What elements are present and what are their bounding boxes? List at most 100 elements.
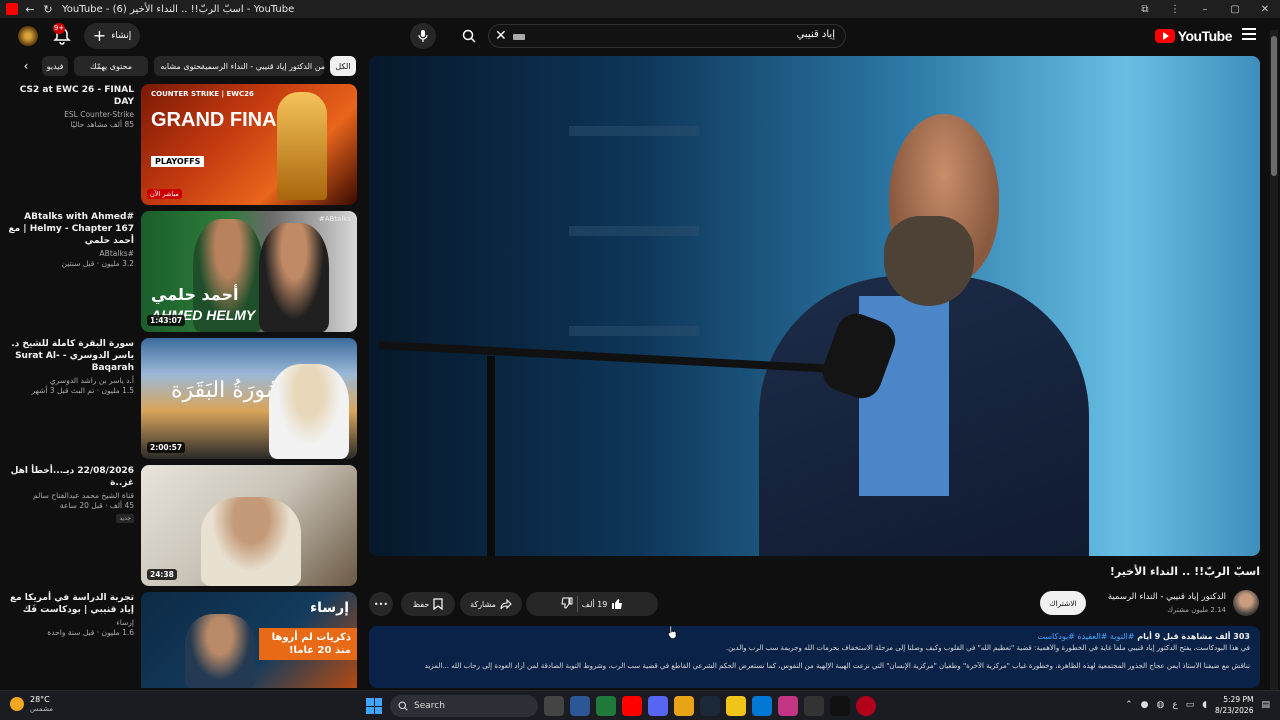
mic-tray-icon[interactable]: ◍ [1157,700,1165,710]
rec-title[interactable]: #ABtalks with Ahmed Helmy - Chapter 167 … [0,211,134,247]
clear-search-icon[interactable]: ✕ [495,28,507,44]
reload-icon[interactable]: ↻ [40,1,56,17]
channel-name[interactable]: الدكتور إياد قنيبي - النداء الرسمية [1108,592,1226,602]
save-button[interactable]: حفظ [401,592,455,616]
bookmark-icon [433,598,443,610]
view-count-and-date: 303 ألف مشاهدة قبل 9 أيام [1137,632,1250,641]
close-button[interactable]: ✕ [1250,4,1280,15]
rec-thumbnail[interactable]: إرساء ذكريات لم أروها منذ 20 عاما! [141,592,357,688]
language-indicator[interactable]: ع [1172,700,1177,710]
create-button[interactable]: + إنشاء [84,23,140,49]
save-label: حفظ [412,599,430,609]
speaker-beard [884,216,974,306]
opera-icon[interactable] [856,696,876,716]
settings-icon[interactable] [804,696,824,716]
maximize-button[interactable]: ▢ [1220,4,1250,15]
youtube-logo[interactable]: YouTube [1154,28,1233,44]
notification-center-icon[interactable]: ▤ [1261,700,1270,710]
notifications-button[interactable]: 9+ [52,23,72,46]
browser-menu-icon[interactable]: ⋮ [1160,4,1190,15]
window-title: YouTube - اسبّ الربّ!! .. النداء الأخير … [62,3,295,15]
thumbs-up-icon [612,599,623,609]
rec-thumbnail[interactable]: سُورَةُ البَقَرَة 2:00:57 [141,338,357,459]
tiktok-icon[interactable] [830,696,850,716]
video-duration: 1:43:07 [147,315,186,326]
rec-thumbnail[interactable]: #ABtalks أحمد حلمي AHMED HELMY 1:43:07 [141,211,357,332]
taskbar-search-label: Search [414,701,445,711]
clock[interactable]: 5:29 PM 8/23/2026 [1215,694,1253,716]
search-button[interactable] [456,24,482,48]
notifications-badge: 9+ [53,23,65,34]
plus-icon: + [92,26,107,45]
tray-app-icon[interactable]: ● [1141,700,1149,710]
rec-channel[interactable]: إرساء [0,618,134,627]
store-icon[interactable] [570,696,590,716]
volume-icon[interactable]: ◖ [1202,700,1207,710]
chip-videos[interactable]: فيديو [42,56,68,76]
rec-thumbnail[interactable]: 24:38 [141,465,357,586]
search-input[interactable]: ✕ إياد قنيبي [488,24,846,48]
recommendation-item[interactable]: #ABtalks with Ahmed Helmy - Chapter 167 … [0,211,360,335]
rec-title[interactable]: CS2 at EWC 26 - FINAL DAY [0,84,134,108]
network-icon[interactable]: ▭ [1186,700,1195,710]
chip-all[interactable]: الكل [330,56,356,76]
youtube-play-icon [1154,29,1175,43]
rec-channel[interactable]: أ.د ياسر بن راشد الدوسري [0,376,134,385]
video-description[interactable]: 303 ألف مشاهدة قبل 9 أيام #التوبة #العقي… [369,626,1260,688]
page-scrollbar[interactable] [1270,30,1278,690]
rec-channel[interactable]: ESL Counter-Strike [0,110,134,119]
instagram-icon[interactable] [778,696,798,716]
chevron-left-icon[interactable]: ‹ [18,58,34,74]
youtube-app-icon[interactable] [622,696,642,716]
channel-avatar[interactable] [1233,590,1259,616]
background-shelf [569,226,699,236]
subscribe-button[interactable]: الاشتراك [1040,591,1086,615]
account-avatar[interactable] [18,26,38,46]
video-player[interactable] [369,56,1260,556]
recommendation-item[interactable]: تجربة الدراسة في أمريكا مع إياد قنيبي | … [0,592,360,688]
hamburger-menu-icon[interactable] [1242,28,1256,40]
app-icon[interactable] [752,696,772,716]
chrome-icon[interactable] [674,696,694,716]
rec-meta: 1.5 مليون · تم البث قبل 3 أشهر [31,386,134,395]
rec-title[interactable]: تجربة الدراسة في أمريكا مع إياد قنيبي | … [0,592,134,616]
discord-icon[interactable] [648,696,668,716]
recommendation-item[interactable]: CS2 at EWC 26 - FINAL DAY ESL Counter-St… [0,84,360,208]
minimize-button[interactable]: – [1190,4,1220,15]
voice-search-button[interactable] [410,23,436,49]
keyboard-icon[interactable] [513,34,525,40]
chip-from-channel[interactable]: من الدكتور إياد قنيبي - النداء الرسمية [201,56,325,76]
extensions-icon[interactable]: ⧉ [1130,4,1160,15]
like-button[interactable]: 19 ألف [582,598,624,610]
steam-icon[interactable] [700,696,720,716]
thumb-brand: إرساء [309,600,349,616]
create-label: إنشاء [111,31,132,41]
scrollbar-thumb[interactable] [1271,36,1277,176]
weather-widget[interactable]: 28°C مشمس [10,695,53,713]
rec-channel[interactable]: قناة الشيخ محمد عبدالفتاح سالم [0,491,134,500]
recommendation-item[interactable]: 22/08/2026 ديـ...أخطأ اهل غز..ة قناة الش… [0,465,360,589]
search-icon [398,701,408,711]
clock-date: 8/23/2026 [1215,706,1254,715]
chip-for-you[interactable]: محتوى يهمّك [74,56,148,76]
rec-channel[interactable]: #ABtalks [0,249,134,258]
hashtags[interactable]: #التوبة #العقيدة #بودكاست [1037,632,1134,641]
dislike-button[interactable] [561,597,573,611]
chevron-up-icon[interactable]: ⌃ [1125,700,1133,710]
app-icon[interactable] [596,696,616,716]
more-actions-button[interactable]: ••• [369,592,393,616]
rec-thumbnail[interactable]: COUNTER STRIKE | EWC26 GRAND FINALS PLAY… [141,84,357,205]
file-explorer-icon[interactable] [726,696,746,716]
rec-title[interactable]: سورة البقرة كاملة للشيخ د. ياسر الدوسري … [0,338,134,374]
task-view-icon[interactable] [544,696,564,716]
windows-start-icon[interactable] [366,698,382,714]
description-line: في هذا البودكاست، يفتح الدكتور إياد قنيب… [725,644,1250,652]
taskbar-search[interactable]: Search [390,695,538,717]
like-count: 19 ألف [581,599,608,609]
recommendation-item[interactable]: سورة البقرة كاملة للشيخ د. ياسر الدوسري … [0,338,360,462]
rec-title[interactable]: 22/08/2026 ديـ...أخطأ اهل غز..ة [0,465,134,489]
share-button[interactable]: مشاركة [460,592,522,616]
like-dislike-group: 19 ألف [526,592,658,616]
person-image [269,364,349,459]
back-icon[interactable]: ← [22,1,38,17]
